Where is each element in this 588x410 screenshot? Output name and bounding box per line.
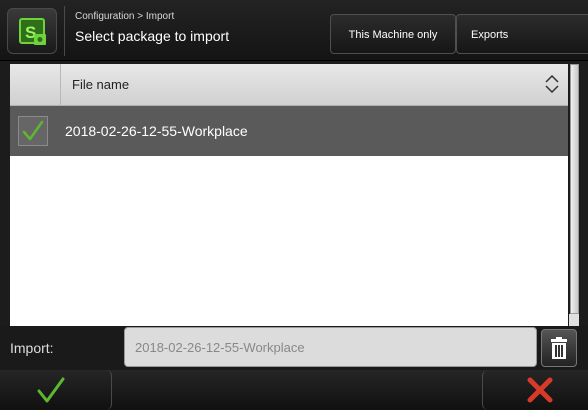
checkmark-icon — [37, 377, 65, 403]
scroll-thumb[interactable] — [571, 65, 578, 313]
sort-icon[interactable] — [544, 75, 560, 93]
header-divider — [64, 6, 65, 56]
scrollbar-corner — [569, 314, 579, 326]
delete-button[interactable] — [541, 329, 577, 367]
vertical-scrollbar[interactable] — [570, 64, 579, 314]
header-bar: S Configuration > Import Select package … — [0, 0, 588, 61]
menu-button[interactable]: S — [7, 8, 57, 54]
import-name-field[interactable] — [124, 327, 537, 367]
trash-icon — [551, 337, 567, 359]
import-label: Import: — [10, 340, 54, 356]
row-checkbox[interactable] — [18, 116, 48, 146]
checkmark-icon — [22, 120, 44, 141]
close-x-icon — [527, 377, 553, 403]
selection-package-icon: S — [19, 18, 46, 45]
table-header: File name — [10, 64, 568, 106]
breadcrumb: Configuration > Import — [75, 11, 175, 22]
cancel-button[interactable] — [482, 370, 588, 410]
exports-button[interactable]: Exports — [456, 14, 588, 54]
import-bar: Import: — [0, 326, 588, 370]
table-row[interactable]: 2018-02-26-12-55-Workplace — [10, 106, 568, 156]
bottom-action-bar — [0, 370, 588, 410]
row-file-name: 2018-02-26-12-55-Workplace — [65, 123, 248, 139]
column-header-file-name[interactable]: File name — [72, 77, 129, 92]
confirm-button[interactable] — [0, 370, 112, 410]
package-table: File name 2018-02-26-12-55-Workplace — [10, 64, 568, 326]
checkbox-column-header — [10, 64, 61, 105]
page-title: Select package to import — [75, 28, 230, 44]
this-machine-only-button[interactable]: This Machine only — [330, 14, 456, 54]
